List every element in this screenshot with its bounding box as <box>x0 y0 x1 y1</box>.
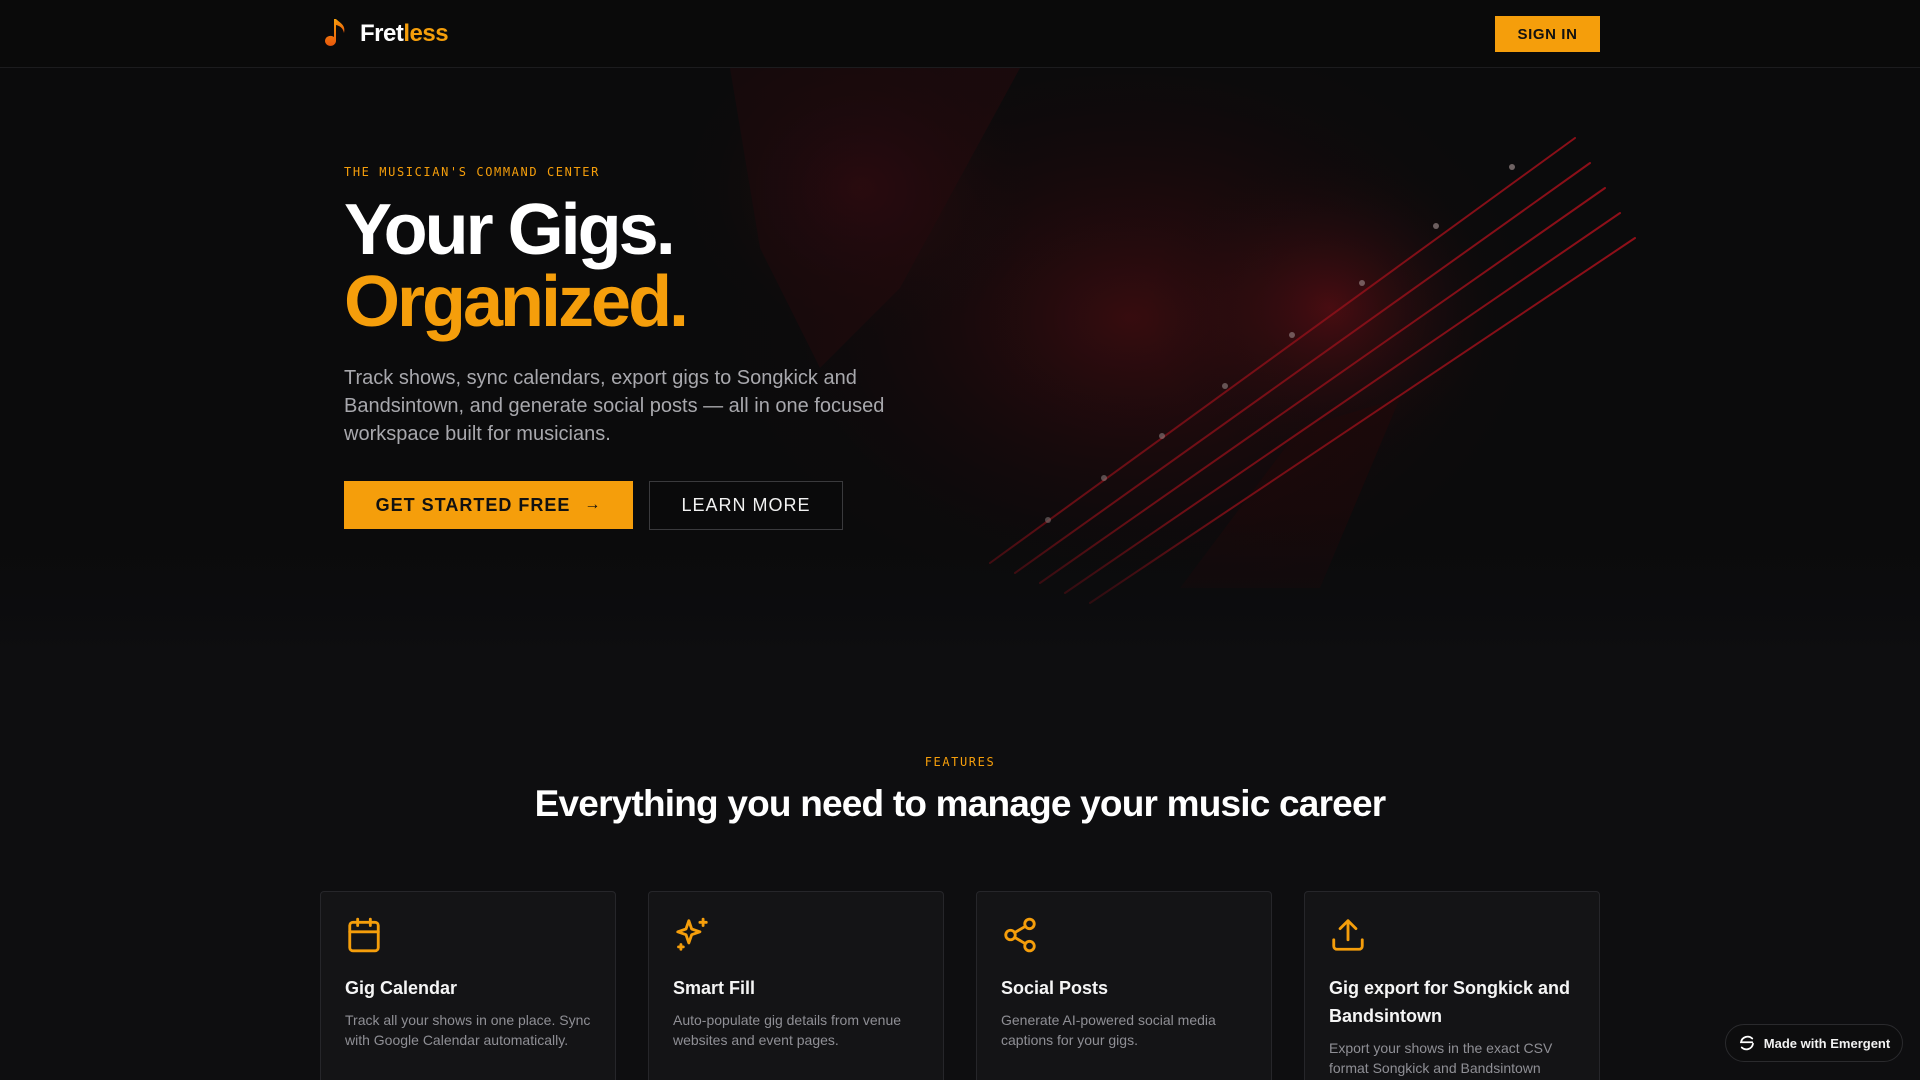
hero-title: Your Gigs. Organized. <box>344 190 689 342</box>
hero-eyebrow: THE MUSICIAN'S COMMAND CENTER <box>344 165 600 179</box>
top-nav: Fretless SIGN IN <box>0 0 1920 68</box>
feature-description: Export your shows in the exact CSV forma… <box>1329 1040 1553 1076</box>
brand-name-part2: less <box>403 20 449 47</box>
learn-more-button[interactable]: LEARN MORE <box>649 481 843 530</box>
badge-label: Made with Emergent <box>1763 1035 1891 1051</box>
feature-description: Generate AI-powered social media caption… <box>1001 1012 1216 1048</box>
feature-title: Gig Calendar <box>345 978 458 998</box>
emergent-logo-icon <box>1739 1035 1754 1051</box>
feature-title: Smart Fill <box>673 978 756 998</box>
guitar-background-image <box>0 68 1920 658</box>
hero-section: THE MUSICIAN'S COMMAND CENTER Your Gigs.… <box>0 68 1920 658</box>
feature-card-smart-fill: Smart Fill Auto-populate gig details fro… <box>648 891 944 1080</box>
sign-in-button[interactable]: SIGN IN <box>1495 16 1600 52</box>
feature-card-gig-export: Gig export for Songkick and Bandsintown … <box>1304 891 1600 1080</box>
features-section: FEATURES Everything you need to manage y… <box>0 658 1920 1080</box>
feature-card-social-posts: Social Posts Generate AI-powered social … <box>976 891 1272 1080</box>
feature-description: Track all your shows in one place. Sync … <box>345 1012 591 1048</box>
arrow-right-icon: → <box>584 496 602 513</box>
brand-name-part1: Fret <box>360 20 404 47</box>
get-started-label: GET STARTED FREE <box>375 494 571 515</box>
brand-logo-link[interactable]: Fretless <box>320 14 449 54</box>
feature-title: Gig export for Songkick and Bandsintown <box>1329 978 1571 1026</box>
hero-title-line1: Your Gigs. <box>344 190 676 270</box>
landing-page: Fretless SIGN IN THE MUSICIAN'S COMMAND … <box>0 0 1920 1080</box>
features-eyebrow: FEATURES <box>924 755 996 769</box>
hero-title-line2: Organized. <box>344 262 689 342</box>
upload-icon <box>1332 919 1364 951</box>
music-note-icon <box>320 16 350 52</box>
get-started-button[interactable]: GET STARTED FREE → <box>344 481 633 529</box>
feature-description: Auto-populate gig details from venue web… <box>673 1012 902 1048</box>
features-title: Everything you need to manage your music… <box>534 783 1387 824</box>
hero-description: Track shows, sync calendars, export gigs… <box>344 367 885 445</box>
brand-name: Fretless <box>360 20 449 48</box>
feature-title: Social Posts <box>1001 978 1109 998</box>
calendar-icon <box>348 917 380 953</box>
sparkles-icon <box>676 917 708 951</box>
feature-card-gig-calendar: Gig Calendar Track all your shows in one… <box>320 891 616 1080</box>
made-with-emergent-badge[interactable]: Made with Emergent <box>1725 1024 1903 1062</box>
share-icon <box>1004 917 1036 953</box>
